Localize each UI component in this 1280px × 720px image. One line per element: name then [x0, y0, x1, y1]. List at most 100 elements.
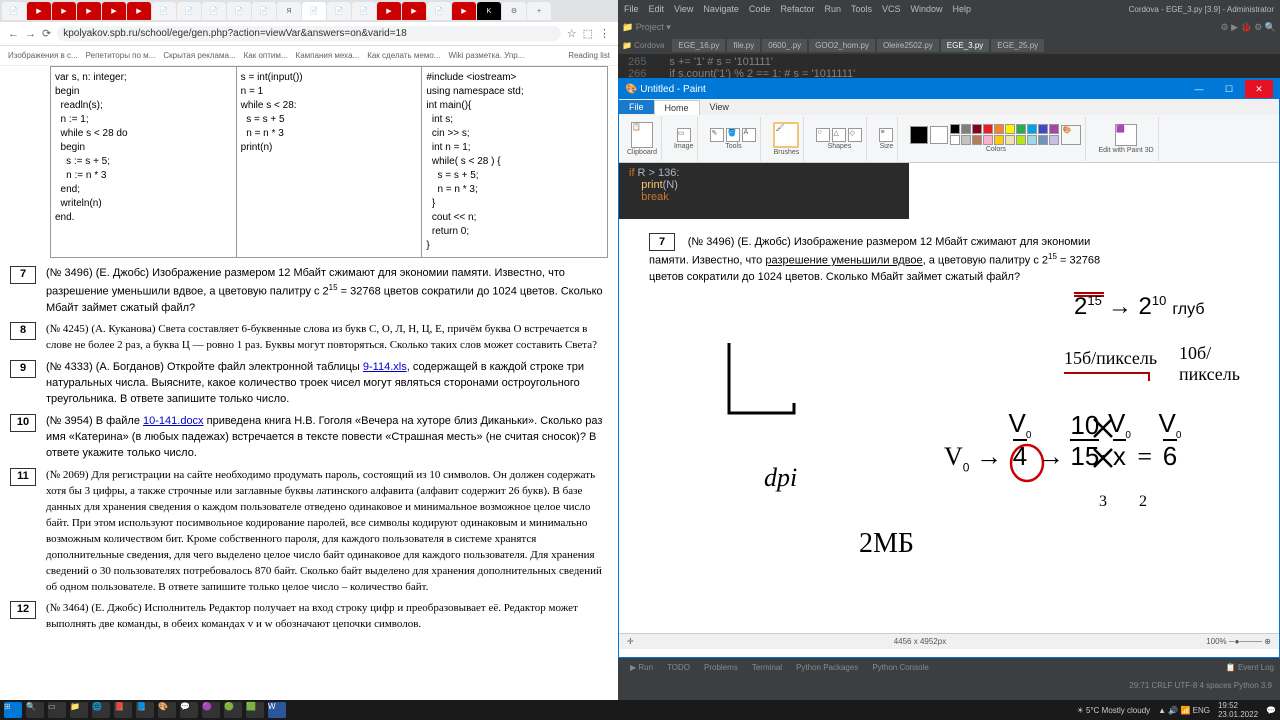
address-bar[interactable]: kpolyakov.spb.ru/school/ege/gen.php?acti…	[57, 26, 561, 41]
explorer-icon[interactable]: 📁	[70, 702, 88, 718]
app-icon[interactable]: 💬	[180, 702, 198, 718]
shape-icon[interactable]: △	[832, 128, 846, 142]
bookmark[interactable]: Reading list	[568, 51, 610, 60]
color-swatch[interactable]	[1005, 135, 1015, 145]
color-swatch[interactable]	[961, 124, 971, 134]
tab[interactable]: ▶	[377, 2, 401, 20]
fill-icon[interactable]: 🪣	[726, 128, 740, 142]
bot-tab-todo[interactable]: TODO	[661, 661, 696, 674]
paste-icon[interactable]: 📋	[631, 122, 653, 148]
new-tab[interactable]: +	[527, 2, 551, 20]
tab[interactable]: 📄	[252, 2, 276, 20]
editor-tab[interactable]: file.py	[727, 39, 760, 52]
bookmark[interactable]: Скрытая реклама...	[163, 51, 235, 60]
select-icon[interactable]: ▭	[677, 128, 691, 142]
tab[interactable]: ▶	[52, 2, 76, 20]
bookmark[interactable]: Как сделать мемо...	[367, 51, 440, 60]
menu-vcs[interactable]: VCS	[882, 4, 901, 14]
menu-edit[interactable]: Edit	[649, 4, 665, 14]
tab[interactable]: ▶	[102, 2, 126, 20]
tab[interactable]: ▶	[402, 2, 426, 20]
color1[interactable]	[910, 126, 928, 144]
color-swatch[interactable]	[950, 135, 960, 145]
notifications-icon[interactable]: 💬	[1266, 706, 1276, 715]
chrome-icon[interactable]: 🌐	[92, 702, 110, 718]
menu-window[interactable]: Window	[911, 4, 943, 14]
weather[interactable]: ☀ 5°C Mostly cloudy	[1077, 706, 1151, 715]
text-icon[interactable]: A	[742, 128, 756, 142]
color-swatch[interactable]	[1016, 135, 1026, 145]
brush-icon[interactable]: 🖌	[773, 122, 799, 148]
editor-tab[interactable]: EGE_25.py	[991, 39, 1044, 52]
color-swatch[interactable]	[972, 135, 982, 145]
bot-tab-packages[interactable]: Python Packages	[790, 661, 864, 674]
app-icon[interactable]: 📕	[114, 702, 132, 718]
menu-icon[interactable]: ⋮	[599, 27, 610, 40]
paint3d-icon[interactable]: 🟪	[1115, 124, 1137, 146]
app-icon[interactable]: 🟩	[246, 702, 264, 718]
app-icon[interactable]: 📘	[136, 702, 154, 718]
clock[interactable]: 19:5223.01.2022	[1218, 701, 1258, 719]
color-swatch[interactable]	[1038, 124, 1048, 134]
color-swatch[interactable]	[1038, 135, 1048, 145]
color-swatch[interactable]	[972, 124, 982, 134]
color2[interactable]	[930, 126, 948, 144]
editor-tab-active[interactable]: EGE_3.py	[941, 39, 989, 52]
bot-tab-problems[interactable]: Problems	[698, 661, 744, 674]
search-icon[interactable]: 🔍	[26, 702, 44, 718]
color-swatch[interactable]	[1027, 124, 1037, 134]
color-swatch[interactable]	[1049, 124, 1059, 134]
close-button[interactable]: ✕	[1245, 80, 1273, 98]
bot-tab-terminal[interactable]: Terminal	[746, 661, 788, 674]
taskview-icon[interactable]: ▭	[48, 702, 66, 718]
color-swatch[interactable]	[961, 135, 971, 145]
star-icon[interactable]: ☆	[567, 27, 577, 40]
tab[interactable]: ▶	[27, 2, 51, 20]
pencil-icon[interactable]: ✎	[710, 128, 724, 142]
tab[interactable]: ▶	[77, 2, 101, 20]
file-link[interactable]: 9-114.xls	[363, 361, 407, 373]
color-swatch[interactable]	[983, 124, 993, 134]
tab[interactable]: 📄	[427, 2, 451, 20]
menu-tools[interactable]: Tools	[851, 4, 872, 14]
app-icon[interactable]: 🟢	[224, 702, 242, 718]
color-swatch[interactable]	[1016, 124, 1026, 134]
shape-icon[interactable]: ○	[816, 128, 830, 142]
menu-run[interactable]: Run	[824, 4, 841, 14]
bookmark[interactable]: Как оптим...	[244, 51, 288, 60]
paint-canvas[interactable]: if R > 136: print(N) break 7 (№ 3496) (Е…	[619, 163, 1279, 633]
menu-file[interactable]: File	[624, 4, 639, 14]
menu-navigate[interactable]: Navigate	[703, 4, 739, 14]
back-button[interactable]: ←	[8, 28, 19, 40]
color-swatch[interactable]	[983, 135, 993, 145]
app-icon[interactable]: 🟣	[202, 702, 220, 718]
color-swatch[interactable]	[1027, 135, 1037, 145]
bot-tab-run[interactable]: ▶ Run	[624, 661, 659, 674]
event-log[interactable]: 📋 Event Log	[1226, 663, 1274, 672]
color-swatch[interactable]	[994, 124, 1004, 134]
tab[interactable]: 📄	[227, 2, 251, 20]
tab[interactable]: 📄	[327, 2, 351, 20]
tab[interactable]: ▶	[452, 2, 476, 20]
editor-tab[interactable]: GOO2_hom.py	[809, 39, 875, 52]
editor-tab[interactable]: 0600_.py	[762, 39, 807, 52]
bookmark[interactable]: Кампания меха...	[296, 51, 360, 60]
tab-home[interactable]: Home	[654, 100, 700, 115]
menu-help[interactable]: Help	[953, 4, 972, 14]
menu-view[interactable]: View	[674, 4, 693, 14]
tab[interactable]: 📄	[177, 2, 201, 20]
editor-tab[interactable]: EGE_16.py	[672, 39, 725, 52]
menu-refactor[interactable]: Refactor	[780, 4, 814, 14]
tab-file[interactable]: File	[619, 100, 654, 114]
tab[interactable]: 📄	[2, 2, 26, 20]
tab[interactable]: ⚙	[502, 2, 526, 20]
app-icon[interactable]: 🎨	[158, 702, 176, 718]
tray[interactable]: ▲ 🔊 📶 ENG	[1158, 706, 1210, 715]
tab[interactable]: 📄	[152, 2, 176, 20]
file-link[interactable]: 10-141.docx	[143, 415, 204, 427]
tab[interactable]: 📄	[352, 2, 376, 20]
color-swatch[interactable]	[1049, 135, 1059, 145]
tab[interactable]: Я	[277, 2, 301, 20]
project-label[interactable]: 📁 Project ▾	[622, 22, 671, 33]
bookmark[interactable]: Репетиторы по м...	[86, 51, 156, 60]
